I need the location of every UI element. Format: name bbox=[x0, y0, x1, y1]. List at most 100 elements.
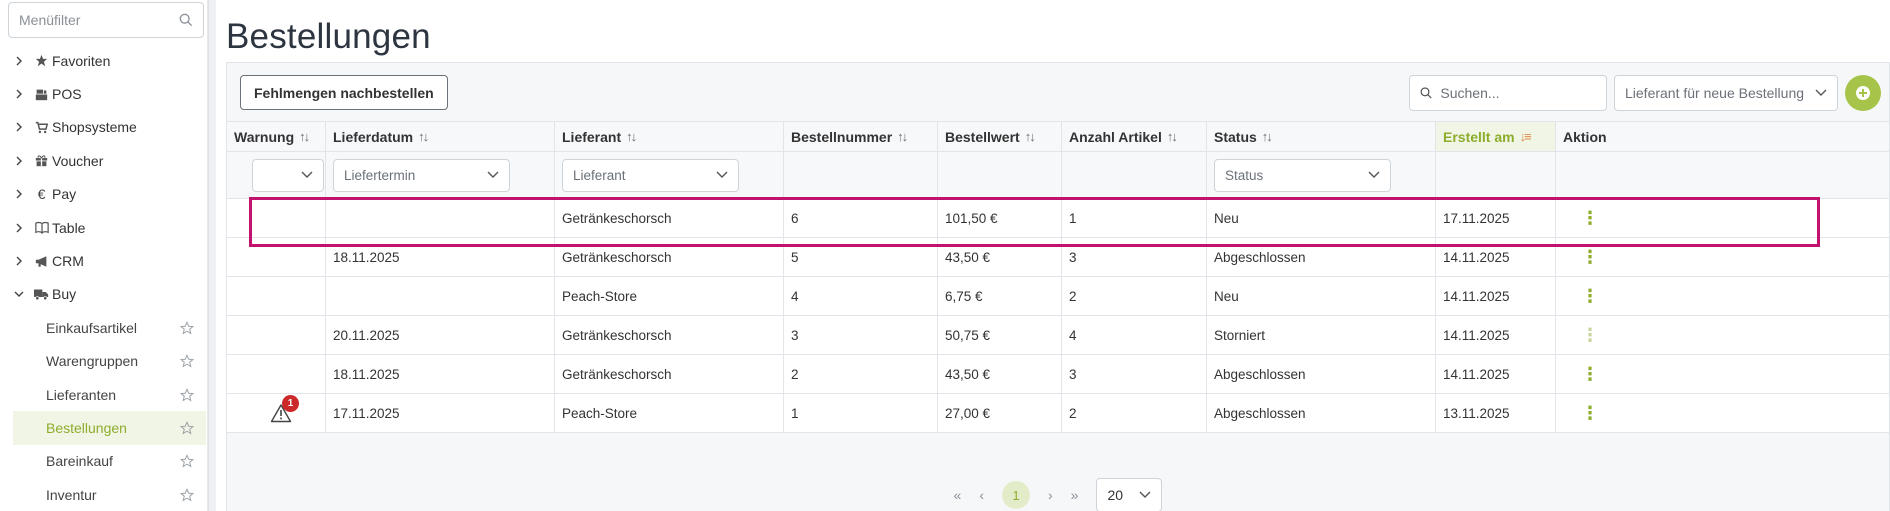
col-header-bestellnummer[interactable]: Bestellnummer ↑↓ bbox=[784, 122, 938, 151]
col-header-erstellt-am[interactable]: Erstellt am ↓≡ bbox=[1436, 122, 1556, 151]
nav-item-buy[interactable]: Buy bbox=[0, 278, 208, 311]
cell-bestellwert: 43,50 € bbox=[938, 238, 1062, 276]
more-actions-icon[interactable]: ⋮ bbox=[1581, 326, 1599, 344]
star-outline-icon[interactable] bbox=[180, 454, 194, 468]
cell-anzahl: 2 bbox=[1062, 277, 1207, 315]
sort-icon: ↑↓ bbox=[418, 129, 429, 144]
new-order-supplier-select[interactable]: Lieferant für neue Bestellung bbox=[1614, 75, 1838, 111]
chevron-right-icon bbox=[16, 89, 22, 99]
nav-item-label: Table bbox=[52, 219, 86, 236]
page-number-current[interactable]: 1 bbox=[1002, 481, 1030, 509]
col-label: Lieferant bbox=[562, 128, 622, 145]
cell-aktion: ⋮ bbox=[1556, 277, 1691, 315]
cell-bestellwert: 50,75 € bbox=[938, 316, 1062, 354]
col-header-warnung[interactable]: Warnung ↑↓ bbox=[227, 122, 326, 151]
page-size-select[interactable]: 20 bbox=[1096, 478, 1163, 511]
select-value: 20 bbox=[1107, 487, 1124, 503]
more-actions-icon[interactable]: ⋮ bbox=[1581, 404, 1599, 422]
cell-erstellt: 17.11.2025 bbox=[1436, 199, 1556, 237]
nav-item-label: Buy bbox=[52, 286, 77, 303]
table-row[interactable]: 20.11.2025 Getränkeschorsch 3 50,75 € 4 … bbox=[227, 316, 1889, 355]
col-header-status[interactable]: Status ↑↓ bbox=[1207, 122, 1436, 151]
prev-page-icon[interactable]: ‹ bbox=[979, 487, 984, 503]
table-row[interactable]: 18.11.2025 Getränkeschorsch 2 43,50 € 3 … bbox=[227, 355, 1889, 394]
col-header-lieferant[interactable]: Lieferant ↑↓ bbox=[555, 122, 784, 151]
col-header-lieferdatum[interactable]: Lieferdatum ↑↓ bbox=[326, 122, 555, 151]
star-icon bbox=[34, 54, 49, 68]
chevron-down-icon bbox=[301, 171, 313, 178]
cell-bestellnummer: 3 bbox=[784, 316, 938, 354]
warnung-filter-select[interactable] bbox=[252, 158, 324, 192]
sort-icon: ↑↓ bbox=[1166, 129, 1178, 144]
sidebar-resize-handle[interactable] bbox=[208, 0, 216, 511]
cell-lieferdatum bbox=[326, 199, 555, 237]
sidebar-item-warengruppen[interactable]: Warengruppen bbox=[13, 345, 206, 378]
col-label: Bestellnummer bbox=[791, 128, 893, 145]
star-outline-icon[interactable] bbox=[180, 354, 194, 368]
sidebar-item-inventur[interactable]: Inventur bbox=[13, 478, 206, 511]
search-box[interactable] bbox=[1409, 75, 1607, 111]
sidebar-item-bareinkauf[interactable]: Bareinkauf bbox=[13, 445, 206, 478]
more-actions-icon[interactable]: ⋮ bbox=[1581, 287, 1599, 305]
nav-item-favoriten[interactable]: Favoriten bbox=[0, 44, 208, 77]
menu-filter[interactable] bbox=[8, 2, 204, 38]
cell-warnung: 1 bbox=[227, 394, 326, 432]
star-outline-icon[interactable] bbox=[180, 487, 194, 502]
table-row[interactable]: 1 17.11.2025 Peach-Store 1 27,00 € 2 Abg… bbox=[227, 394, 1889, 433]
cell-bestellnummer: 2 bbox=[784, 355, 938, 393]
filter-cell: Liefertermin bbox=[326, 152, 555, 198]
table-row[interactable]: Peach-Store 4 6,75 € 2 Neu 14.11.2025 ⋮ bbox=[227, 277, 1889, 316]
col-label: Warnung bbox=[234, 128, 295, 145]
gift-icon bbox=[34, 154, 49, 168]
more-actions-icon[interactable]: ⋮ bbox=[1581, 209, 1599, 227]
nav-item-shopsysteme[interactable]: Shopsysteme bbox=[0, 111, 208, 144]
more-actions-icon[interactable]: ⋮ bbox=[1581, 365, 1599, 383]
table-row[interactable]: Getränkeschorsch 6 101,50 € 1 Neu 17.11.… bbox=[227, 199, 1889, 238]
star-outline-icon[interactable] bbox=[180, 320, 194, 335]
filter-cell bbox=[938, 152, 1062, 198]
sidebar-item-bestellungen[interactable]: Bestellungen bbox=[13, 411, 206, 445]
chevron-down-icon bbox=[1815, 89, 1827, 96]
col-label: Aktion bbox=[1563, 128, 1607, 145]
nav-item-pay[interactable]: € Pay bbox=[0, 178, 208, 211]
add-order-button[interactable] bbox=[1845, 75, 1881, 111]
more-actions-icon[interactable]: ⋮ bbox=[1581, 248, 1599, 266]
nav-item-crm[interactable]: CRM bbox=[0, 244, 208, 277]
plus-circle-icon bbox=[1856, 86, 1870, 100]
cell-lieferant: Peach-Store bbox=[555, 394, 784, 432]
chevron-down-icon bbox=[716, 171, 728, 178]
menu-filter-input[interactable] bbox=[19, 12, 179, 28]
col-header-anzahl-artikel[interactable]: Anzahl Artikel ↑↓ bbox=[1062, 122, 1207, 151]
sort-desc-icon: ↓≡ bbox=[1519, 129, 1532, 144]
nav-item-pos[interactable]: POS bbox=[0, 77, 208, 110]
sidebar-item-einkaufsartikel[interactable]: Einkaufsartikel bbox=[13, 311, 206, 344]
nav-item-table[interactable]: Table bbox=[0, 211, 208, 244]
search-input[interactable] bbox=[1440, 85, 1596, 101]
table-row[interactable]: 18.11.2025 Getränkeschorsch 5 43,50 € 3 … bbox=[227, 238, 1889, 277]
reorder-missing-button[interactable]: Fehlmengen nachbestellen bbox=[240, 75, 448, 110]
cell-lieferdatum bbox=[326, 277, 555, 315]
cell-lieferdatum: 18.11.2025 bbox=[326, 355, 555, 393]
nav-item-voucher[interactable]: Voucher bbox=[0, 144, 208, 177]
cell-aktion: ⋮ bbox=[1556, 394, 1691, 432]
cell-lieferdatum: 17.11.2025 bbox=[326, 394, 555, 432]
status-filter-select[interactable]: Status bbox=[1214, 158, 1391, 192]
sidebar-item-lieferanten[interactable]: Lieferanten bbox=[13, 378, 206, 411]
cell-anzahl: 1 bbox=[1062, 199, 1207, 237]
lieferdatum-filter-select[interactable]: Liefertermin bbox=[333, 158, 510, 192]
cell-warnung bbox=[227, 277, 326, 315]
page-title: Bestellungen bbox=[226, 17, 431, 56]
next-page-icon[interactable]: › bbox=[1048, 487, 1053, 503]
warning-indicator[interactable]: 1 bbox=[270, 395, 299, 423]
star-outline-icon[interactable] bbox=[180, 387, 194, 402]
cell-bestellnummer: 4 bbox=[784, 277, 938, 315]
col-header-bestellwert[interactable]: Bestellwert ↑↓ bbox=[938, 122, 1062, 151]
register-icon bbox=[34, 87, 49, 101]
orders-table: Warnung ↑↓ Lieferdatum ↑↓ Lieferant ↑↓ Best… bbox=[227, 121, 1889, 433]
cell-bestellnummer: 6 bbox=[784, 199, 938, 237]
star-outline-icon[interactable] bbox=[180, 421, 194, 435]
lieferant-filter-select[interactable]: Lieferant bbox=[562, 158, 739, 192]
first-page-icon[interactable]: « bbox=[954, 487, 962, 503]
cell-lieferant: Peach-Store bbox=[555, 277, 784, 315]
last-page-icon[interactable]: » bbox=[1071, 487, 1079, 503]
